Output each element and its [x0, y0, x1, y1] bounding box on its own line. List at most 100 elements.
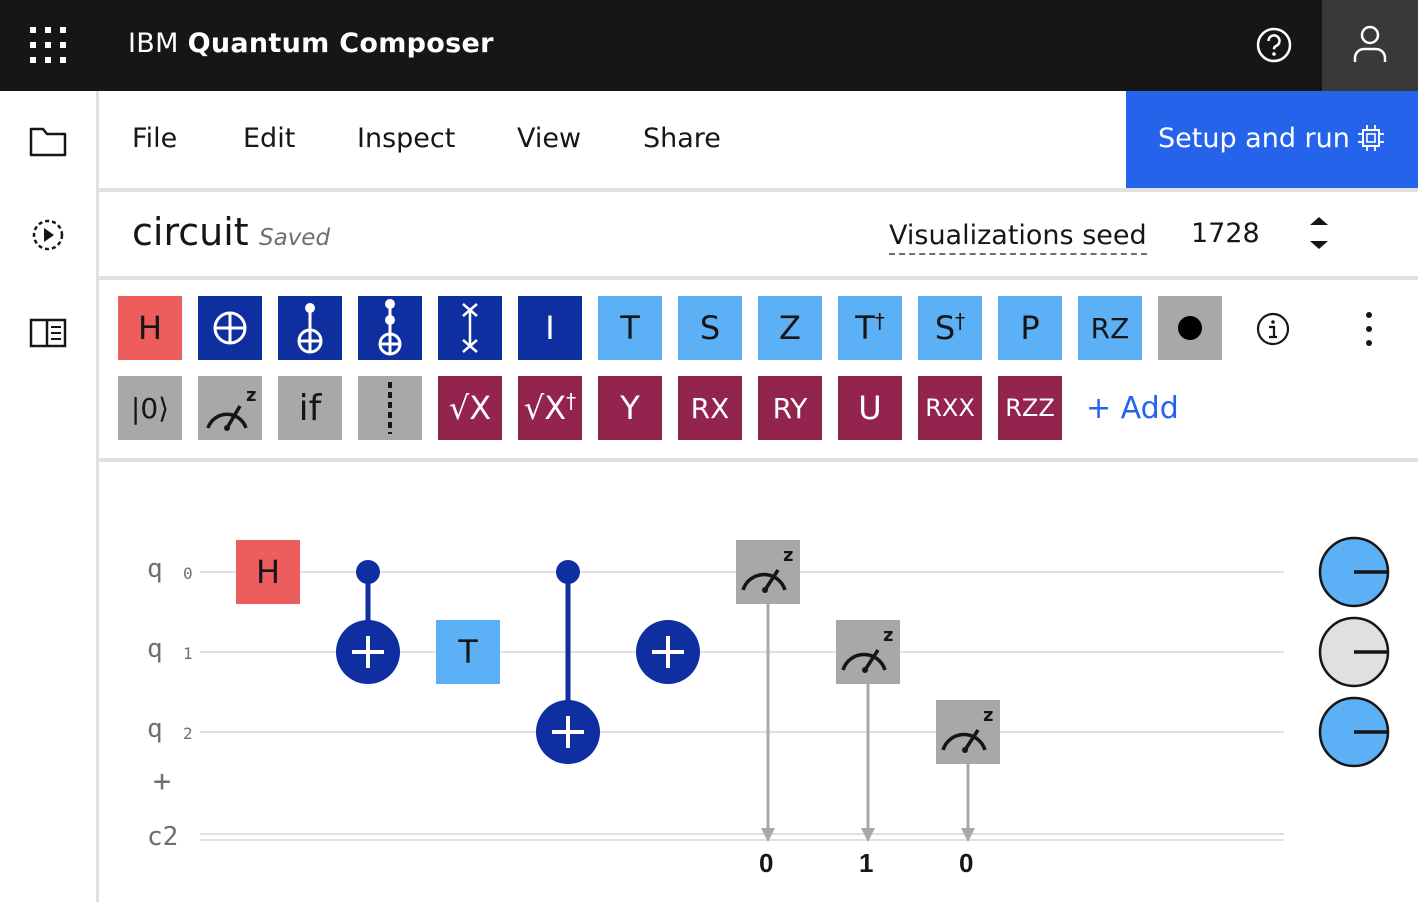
- gate-label: I: [545, 309, 555, 347]
- dagger-label: †: [874, 309, 885, 333]
- gate-label: RXX: [925, 394, 975, 422]
- cnot-icon: [213, 311, 247, 345]
- gate-u[interactable]: U: [838, 376, 902, 440]
- svg-text:z: z: [783, 545, 793, 566]
- circuit-gate-t: T: [436, 620, 500, 684]
- side-panel-icon[interactable]: [28, 313, 68, 353]
- circuit-gate-measure-q0: z: [736, 540, 800, 842]
- svg-text:H: H: [256, 553, 280, 591]
- grid-icon[interactable]: [28, 25, 68, 65]
- user-button[interactable]: [1322, 0, 1418, 91]
- brand-name: IBM: [128, 28, 179, 59]
- controlled-x-icon: [297, 303, 323, 354]
- gate-label: √X: [523, 389, 567, 427]
- gate-reset[interactable]: |0⟩: [118, 376, 182, 440]
- gate-label: Z: [779, 309, 801, 347]
- gate-sxdg[interactable]: √X †: [518, 376, 582, 440]
- gate-label: |0⟩: [130, 391, 170, 425]
- gate-rxx[interactable]: RXX: [918, 376, 982, 440]
- measure-icon: z: [206, 385, 256, 431]
- gate-if[interactable]: if: [278, 376, 342, 440]
- circuit-diagram: H T z z z: [200, 536, 1390, 842]
- gate-i[interactable]: I: [518, 296, 582, 360]
- gate-palette: H I T S Z T † S † P RZ |0⟩ z if √X √X † …: [99, 280, 1418, 462]
- gate-sdg[interactable]: S †: [918, 296, 982, 360]
- menu-file[interactable]: File: [132, 123, 177, 154]
- chip-icon: [1358, 125, 1384, 151]
- svg-text:T: T: [457, 633, 478, 671]
- seed-input[interactable]: 1728: [1191, 218, 1260, 249]
- gate-ry[interactable]: RY: [758, 376, 822, 440]
- gate-barrier[interactable]: [358, 376, 422, 440]
- app-title: IBM Quantum Composer: [128, 28, 494, 59]
- gate-cnot[interactable]: [198, 296, 262, 360]
- circuit-canvas: q 0 q 1 q 2 + c2 H T z z z 0 1 0: [99, 462, 1418, 902]
- gate-z[interactable]: Z: [758, 296, 822, 360]
- gate-rzz[interactable]: RZZ: [998, 376, 1062, 440]
- phase-disk-q0: [1318, 536, 1390, 608]
- circuit-gate-measure-q2: z: [936, 700, 1000, 842]
- cbit-index-q2: 0: [959, 848, 974, 878]
- gate-label: RX: [690, 391, 730, 425]
- circuit-gate-x: [636, 620, 700, 684]
- gate-rz[interactable]: RZ: [1078, 296, 1142, 360]
- barrier-icon: [388, 382, 392, 434]
- dagger-label: †: [566, 389, 577, 413]
- gate-sx[interactable]: √X: [438, 376, 502, 440]
- gate-s[interactable]: S: [678, 296, 742, 360]
- gate-label: √X: [448, 389, 492, 427]
- gate-p[interactable]: P: [998, 296, 1062, 360]
- add-gate-link[interactable]: + Add: [1086, 391, 1179, 426]
- gate-label: RZZ: [1005, 394, 1055, 422]
- gate-measure[interactable]: z: [198, 376, 262, 440]
- help-icon[interactable]: [1255, 26, 1293, 64]
- product-name: Quantum Composer: [187, 28, 494, 59]
- gate-controlled-x[interactable]: [278, 296, 342, 360]
- circuit-gate-cnot-q0-q1: [336, 560, 400, 684]
- phase-disk-q2: [1318, 696, 1390, 768]
- gate-t[interactable]: T: [598, 296, 662, 360]
- cbit-index-q1: 1: [859, 848, 874, 878]
- gate-toffoli[interactable]: [358, 296, 422, 360]
- gate-label: T: [620, 309, 640, 347]
- info-icon[interactable]: [1256, 312, 1290, 346]
- gate-label: S: [699, 309, 721, 347]
- phase-disk-q1: [1318, 616, 1390, 688]
- caret-down-icon: [1310, 241, 1328, 249]
- visualizations-seed-label[interactable]: Visualizations seed: [889, 220, 1147, 255]
- circuit-bar: circuit Saved Visualizations seed 1728: [99, 192, 1418, 280]
- gate-tdg[interactable]: T †: [838, 296, 902, 360]
- setup-and-run-button[interactable]: Setup and run: [1126, 91, 1418, 188]
- user-icon: [1353, 25, 1387, 62]
- overflow-menu-icon[interactable]: [1357, 310, 1381, 348]
- menu-edit[interactable]: Edit: [243, 123, 295, 154]
- swap-icon: [462, 303, 478, 353]
- folder-icon[interactable]: [28, 121, 68, 161]
- menu-share[interactable]: Share: [643, 123, 721, 154]
- gate-rx[interactable]: RX: [678, 376, 742, 440]
- gate-label: H: [137, 309, 163, 347]
- menu-view[interactable]: View: [517, 123, 581, 154]
- gate-h[interactable]: H: [118, 296, 182, 360]
- gate-label: S: [934, 309, 956, 347]
- gate-control[interactable]: [1158, 296, 1222, 360]
- top-bar: IBM Quantum Composer: [0, 0, 1418, 91]
- dagger-label: †: [955, 309, 966, 333]
- menu-bar: File Edit Inspect View Share Setup and r…: [99, 91, 1418, 192]
- replay-icon[interactable]: [28, 215, 68, 255]
- svg-text:z: z: [246, 385, 256, 406]
- setup-and-run-label: Setup and run: [1158, 123, 1350, 154]
- gate-label: if: [298, 387, 322, 429]
- circuit-name[interactable]: circuit: [132, 210, 249, 254]
- left-rail: [0, 91, 99, 902]
- menu-inspect[interactable]: Inspect: [357, 123, 455, 154]
- svg-text:z: z: [883, 625, 893, 646]
- toffoli-icon: [378, 299, 402, 356]
- gate-swap[interactable]: [438, 296, 502, 360]
- save-status: Saved: [259, 225, 331, 251]
- gate-label: Y: [620, 389, 640, 427]
- gate-y[interactable]: Y: [598, 376, 662, 440]
- svg-text:z: z: [983, 705, 993, 726]
- seed-stepper[interactable]: [1307, 214, 1331, 252]
- gate-label: U: [858, 389, 882, 427]
